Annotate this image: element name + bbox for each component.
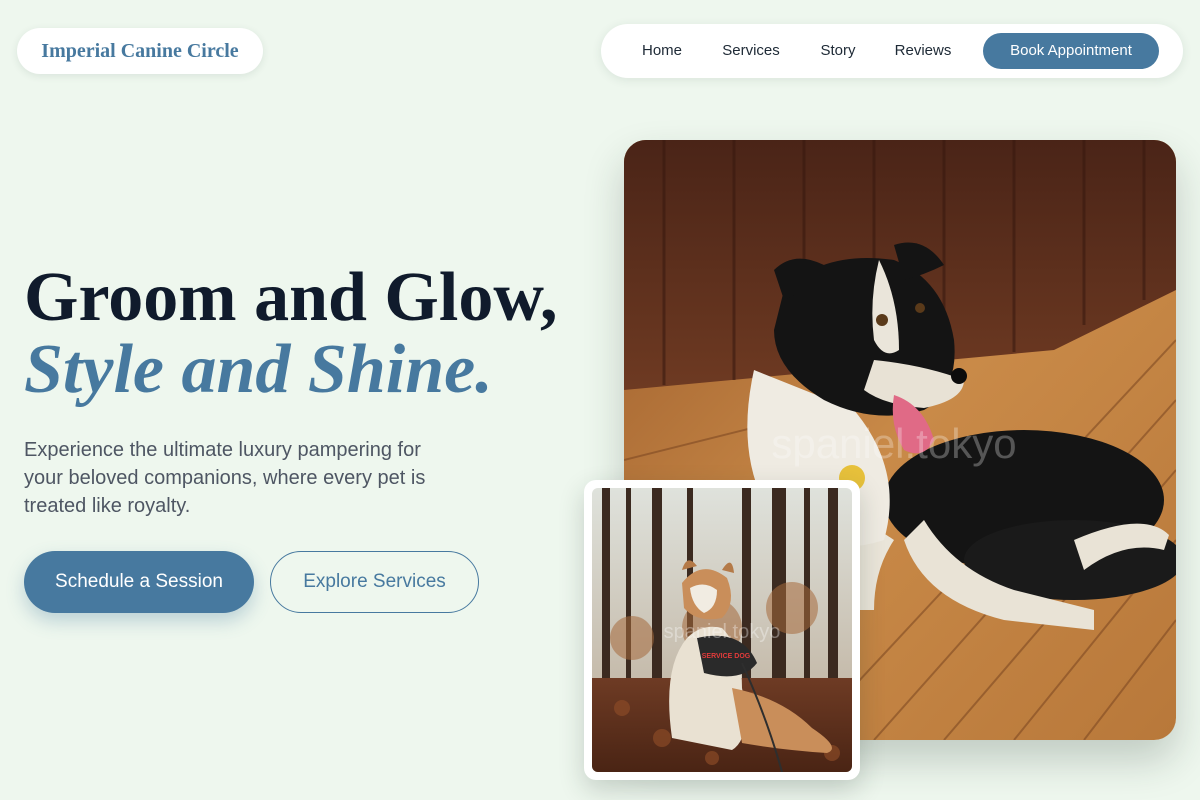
nav-story-link[interactable]: Story [813, 24, 863, 78]
service-dog-illustration: SERVICE DOG spaniel.tokyo [592, 488, 852, 772]
vest-label: SERVICE DOG [702, 653, 751, 660]
hero-description: Experience the ultimate luxury pampering… [24, 439, 426, 517]
main-photo-watermark: spaniel.tokyo [771, 420, 1016, 467]
landing-page: Imperial Canine Circle Home Services Sto… [0, 0, 1200, 800]
headline-line-1: Groom and Glow, [24, 259, 558, 336]
service-dog-forest-photo: SERVICE DOG spaniel.tokyo [592, 488, 852, 772]
schedule-session-button[interactable]: Schedule a Session [24, 551, 254, 613]
nav-reviews-link[interactable]: Reviews [889, 24, 957, 78]
service-dog-photo-frame: SERVICE DOG spaniel.tokyo [584, 480, 860, 780]
brand-logo[interactable]: Imperial Canine Circle [17, 28, 263, 74]
nav-services-link[interactable]: Services [715, 24, 787, 78]
hero-headline: Groom and Glow, Style and Shine. [24, 262, 584, 406]
explore-services-button[interactable]: Explore Services [270, 551, 479, 613]
headline-line-2: Style and Shine. [24, 331, 493, 408]
nav-home-link[interactable]: Home [631, 24, 693, 78]
main-nav: Home Services Story Reviews Book Appoint… [601, 24, 1183, 78]
book-appointment-button[interactable]: Book Appointment [983, 33, 1159, 69]
small-photo-watermark: spaniel.tokyo [664, 621, 781, 643]
